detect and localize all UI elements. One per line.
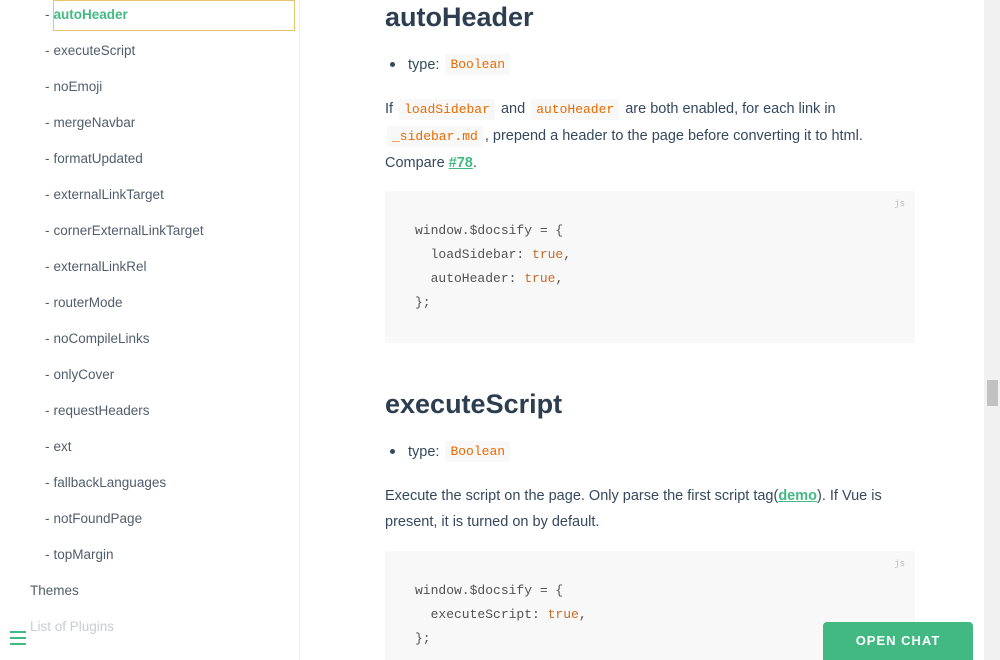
bullet-dash: - bbox=[45, 331, 50, 346]
bullet-dash: - bbox=[45, 367, 50, 382]
sidebar-item-notfoundpage[interactable]: - notFoundPage bbox=[45, 511, 142, 526]
sidebar-item-nocompilelinks[interactable]: - noCompileLinks bbox=[45, 331, 150, 346]
code-punct: , bbox=[555, 271, 564, 286]
scrollbar-thumb[interactable] bbox=[987, 380, 998, 406]
menu-toggle-icon[interactable] bbox=[10, 631, 26, 647]
code-lang-label: js bbox=[894, 559, 905, 569]
text: are both enabled, for each link in bbox=[625, 101, 836, 117]
sidebar-item-themes[interactable]: Themes bbox=[30, 583, 79, 598]
bullet-dash: - bbox=[45, 511, 50, 526]
bullet-dash: - bbox=[45, 7, 50, 22]
bullet-dash: - bbox=[45, 223, 50, 238]
section-title-autoheader: autoHeader bbox=[385, 2, 534, 32]
sidebar-item-topmargin[interactable]: - topMargin bbox=[45, 547, 114, 562]
sidebar-item-label: formatUpdated bbox=[53, 151, 143, 166]
type-label: type: bbox=[408, 443, 440, 460]
sidebar-item-label: noCompileLinks bbox=[53, 331, 150, 346]
sidebar-item-list-of-plugins[interactable]: List of Plugins bbox=[30, 619, 114, 634]
code-line: window.$docsify = { bbox=[415, 223, 564, 238]
text: and bbox=[500, 101, 526, 117]
sidebar-item-label: requestHeaders bbox=[53, 403, 150, 418]
sidebar-item-routermode[interactable]: - routerMode bbox=[45, 295, 123, 310]
text: Compare bbox=[385, 155, 445, 171]
code-punct: , bbox=[578, 607, 587, 622]
code-line: autoHeader: bbox=[415, 271, 525, 286]
type-value: Boolean bbox=[445, 441, 511, 462]
bullet-dash: - bbox=[45, 43, 50, 58]
type-label: type: bbox=[408, 56, 440, 73]
sidebar-item-label: cornerExternalLinkTarget bbox=[53, 223, 204, 238]
code-line: }; bbox=[415, 631, 431, 646]
section-title-executescript: executeScript bbox=[385, 389, 563, 419]
sidebar-item-label: onlyCover bbox=[53, 367, 115, 382]
sidebar-item-label: ext bbox=[53, 439, 72, 454]
sidebar-item-autoheader[interactable]: - autoHeader bbox=[45, 7, 128, 22]
sidebar-item-label: mergeNavbar bbox=[53, 115, 136, 130]
open-chat-button[interactable]: OPEN CHAT bbox=[823, 622, 973, 660]
sidebar-item-label: routerMode bbox=[53, 295, 123, 310]
sidebar-item-formatupdated[interactable]: - formatUpdated bbox=[45, 151, 143, 166]
bullet-dash: - bbox=[45, 439, 50, 454]
sidebar-item-fallbacklanguages[interactable]: - fallbackLanguages bbox=[45, 475, 166, 490]
sidebar-item-cornerexternallinktarget[interactable]: - cornerExternalLinkTarget bbox=[45, 223, 204, 238]
sidebar-item-label: executeScript bbox=[53, 43, 136, 58]
sidebar-item-onlycover[interactable]: - onlyCover bbox=[45, 367, 114, 382]
code-line: }; bbox=[415, 295, 431, 310]
bullet-dash: - bbox=[45, 187, 50, 202]
bullet-icon bbox=[390, 449, 395, 454]
sidebar-item-label: notFoundPage bbox=[53, 511, 143, 526]
bullet-dash: - bbox=[45, 79, 50, 94]
issue-link[interactable]: #78 bbox=[449, 155, 473, 171]
code-line: loadSidebar: bbox=[415, 247, 533, 262]
main-content: autoHeader type: Boolean If loadSidebar … bbox=[300, 0, 984, 660]
bullet-dash: - bbox=[45, 259, 50, 274]
inline-code: loadSidebar bbox=[399, 99, 495, 120]
page-scrollbar[interactable] bbox=[984, 0, 1000, 660]
sidebar-item-label: externalLinkRel bbox=[53, 259, 147, 274]
code-punct: , bbox=[563, 247, 572, 262]
sidebar-item-externallinktarget[interactable]: - externalLinkTarget bbox=[45, 187, 164, 202]
code-line: executeScript: bbox=[415, 607, 548, 622]
sidebar-item-ext[interactable]: - ext bbox=[45, 439, 72, 454]
demo-link[interactable]: demo bbox=[778, 488, 817, 504]
code-lang-label: js bbox=[894, 199, 905, 209]
code-line: window.$docsify = { bbox=[415, 583, 564, 598]
sidebar-item-label: autoHeader bbox=[53, 7, 128, 22]
type-line: type: Boolean bbox=[390, 441, 512, 462]
bullet-icon bbox=[390, 62, 395, 67]
sidebar-item-executescript[interactable]: - executeScript bbox=[45, 43, 135, 58]
bullet-dash: - bbox=[45, 295, 50, 310]
inline-code: _sidebar.md bbox=[387, 126, 483, 147]
bullet-dash: - bbox=[45, 115, 50, 130]
sidebar-item-label: externalLinkTarget bbox=[53, 187, 164, 202]
code-block: js window.$docsify = { loadSidebar: true… bbox=[385, 191, 915, 343]
text: If bbox=[385, 101, 394, 117]
bullet-dash: - bbox=[45, 547, 50, 562]
description-executescript: Execute the script on the page. Only par… bbox=[385, 483, 885, 535]
code-value: true bbox=[547, 607, 579, 622]
text: Execute the script on the page. Only par… bbox=[385, 488, 779, 504]
sidebar-item-externallinkrel[interactable]: - externalLinkRel bbox=[45, 259, 147, 274]
description-autoheader: If loadSidebar and autoHeader are both e… bbox=[385, 96, 915, 176]
sidebar-item-requestheaders[interactable]: - requestHeaders bbox=[45, 403, 150, 418]
bullet-dash: - bbox=[45, 151, 50, 166]
sidebar-item-label: topMargin bbox=[53, 547, 114, 562]
bullet-dash: - bbox=[45, 475, 50, 490]
inline-code: autoHeader bbox=[531, 99, 620, 120]
sidebar-item-label: noEmoji bbox=[53, 79, 103, 94]
sidebar-item-mergenavbar[interactable]: - mergeNavbar bbox=[45, 115, 135, 130]
code-value: true bbox=[532, 247, 564, 262]
bullet-dash: - bbox=[45, 403, 50, 418]
code-value: true bbox=[524, 271, 556, 286]
type-line: type: Boolean bbox=[390, 54, 512, 75]
sidebar: - autoHeader - executeScript - noEmoji - mer… bbox=[0, 0, 300, 660]
text: . bbox=[472, 155, 477, 171]
type-value: Boolean bbox=[445, 54, 511, 75]
text: , prepend a header to the page before co… bbox=[484, 128, 863, 144]
sidebar-item-label: fallbackLanguages bbox=[53, 475, 167, 490]
sidebar-item-noemoji[interactable]: - noEmoji bbox=[45, 79, 102, 94]
